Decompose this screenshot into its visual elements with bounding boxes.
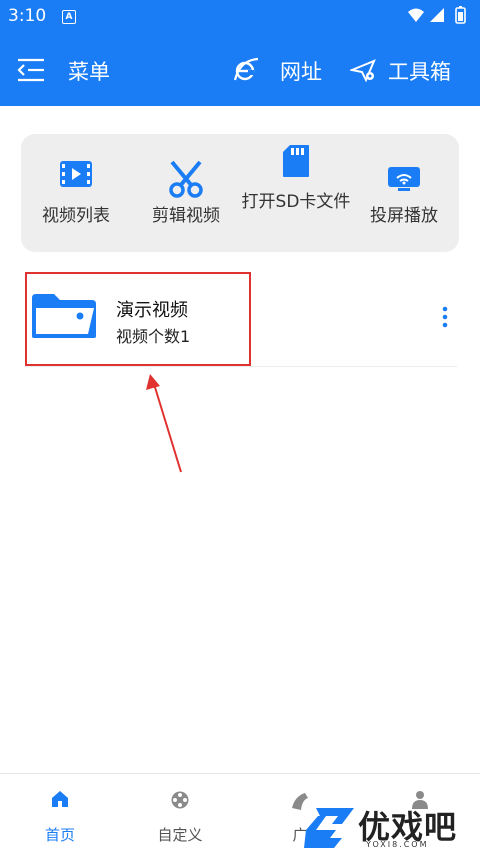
notification-a-icon: A [62,10,76,24]
nav-label: 首页 [44,826,75,844]
quick-action-open-sd[interactable]: 打开SD卡文件 [241,134,351,252]
toolbox-label[interactable]: 工具箱 [388,56,451,86]
nav-custom[interactable]: 自定义 [120,774,240,854]
quick-action-label: 打开SD卡文件 [241,192,351,212]
quick-action-screen-cast[interactable]: 投屏播放 [349,134,459,252]
annotation-arrow [146,374,182,473]
quick-action-video-list[interactable]: 视频列表 [21,134,131,252]
paper-plane-gear-icon[interactable] [348,58,378,88]
menu-label[interactable]: 菜单 [68,56,110,86]
home-icon [51,790,69,812]
nav-label: 自定义 [157,826,203,844]
quick-action-label: 视频列表 [42,206,110,226]
annotation-highlight-box [25,272,251,366]
url-label[interactable]: 网址 [280,56,322,86]
quick-action-edit-video[interactable]: 剪辑视频 [131,134,241,252]
more-vertical-icon[interactable] [441,306,449,332]
watermark-logo: 优戏吧 YOXI8.COM [300,800,480,853]
status-icons [406,6,470,30]
quick-action-label: 投屏播放 [370,206,438,226]
film-reel-icon [170,790,190,814]
screen-cast-icon [387,166,421,196]
sd-card-icon [282,144,310,182]
scissors-icon [166,160,206,202]
quick-actions-card: 视频列表 剪辑视频 打开SD卡文件 投屏播放 [21,134,459,252]
menu-icon[interactable] [16,58,46,86]
app-bar: 菜单 网址 工具箱 [0,34,480,106]
quick-action-label: 剪辑视频 [152,206,220,226]
nav-home[interactable]: 首页 [0,774,120,854]
watermark-subtext: YOXI8.COM [366,840,429,849]
browser-icon[interactable] [232,56,260,88]
status-time: 3:10 [8,6,47,26]
status-bar: 3:10 A [0,0,480,34]
video-list-icon [59,160,93,192]
wifi-signal-battery-icon [408,6,466,24]
watermark-logo-icon [304,808,354,848]
